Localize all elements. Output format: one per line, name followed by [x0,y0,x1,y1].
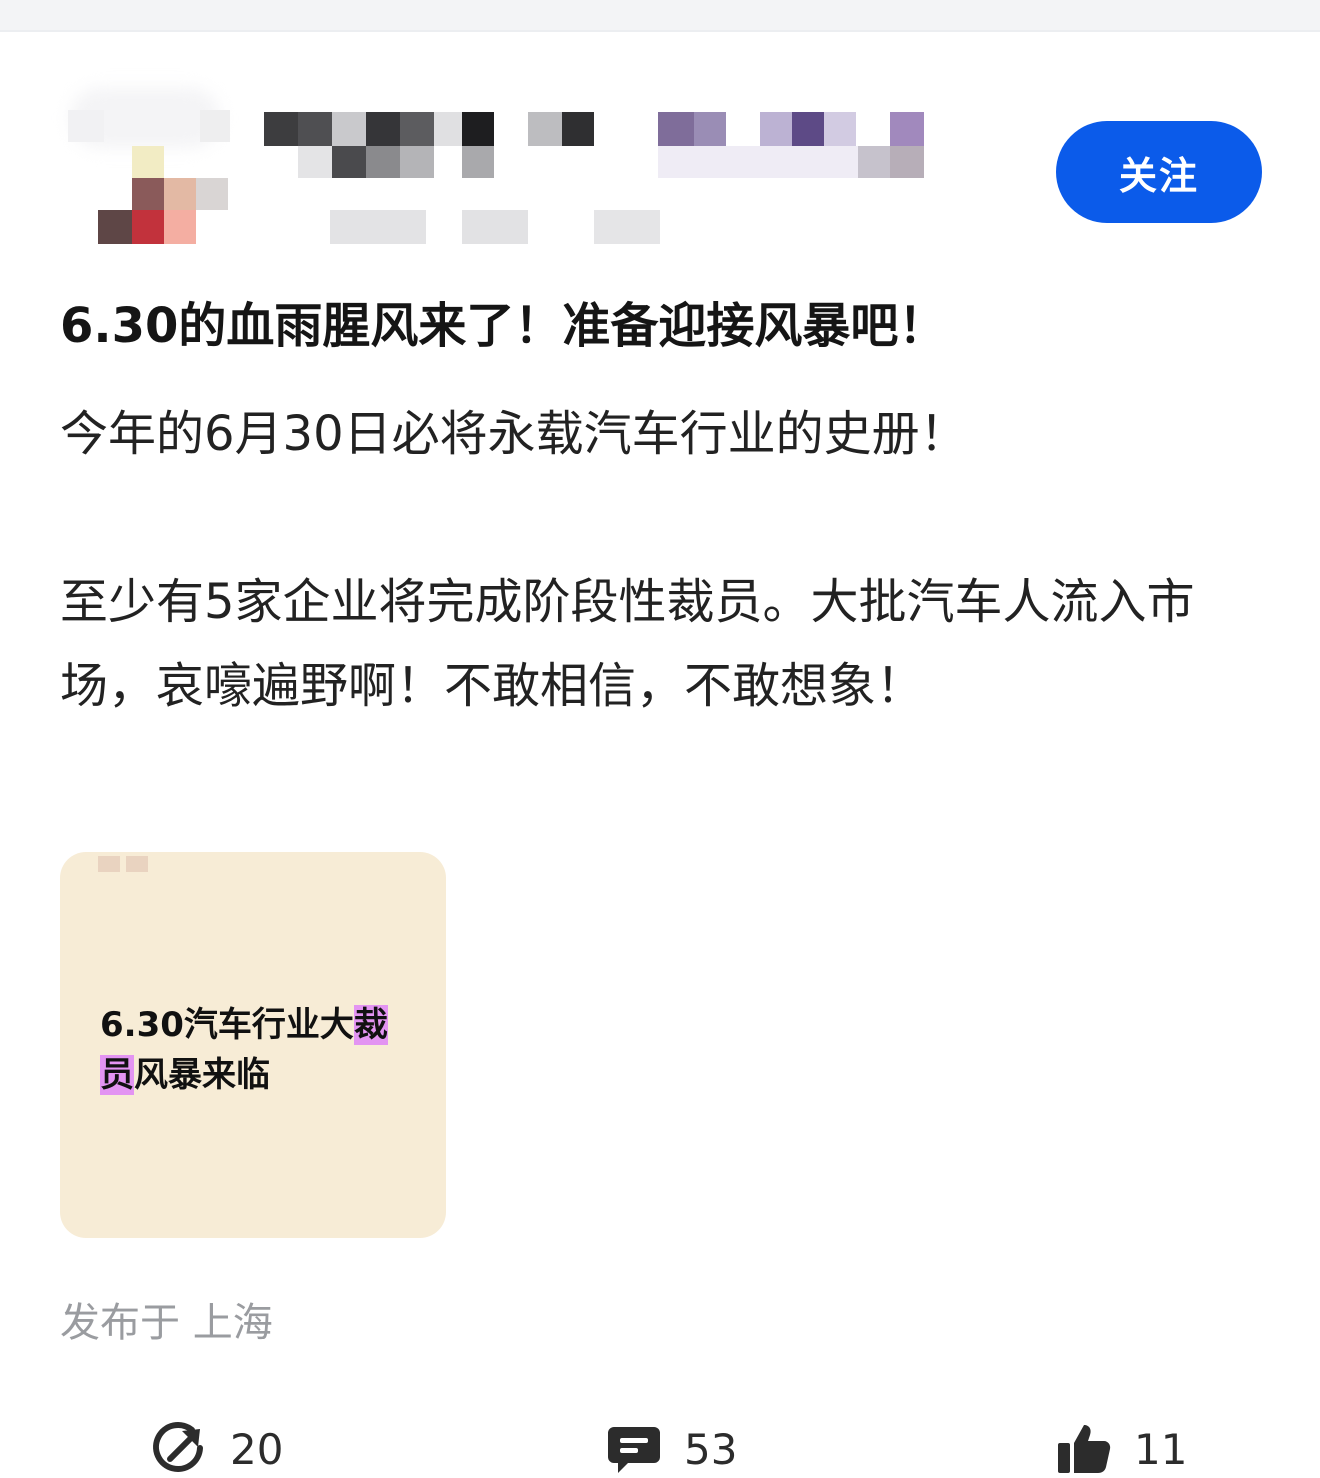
image-corner-mark [126,856,148,872]
post-location: 发布于 上海 [60,1300,273,1346]
thumbs-up-icon [1058,1425,1111,1473]
share-button[interactable]: 20 [152,1420,283,1478]
image-caption-part: 风暴来临 [134,1055,270,1095]
like-count: 11 [1134,1424,1188,1474]
avatar[interactable] [60,88,235,253]
like-button[interactable]: 11 [1056,1420,1187,1478]
post-paragraph: 至少有5家企业将完成阶段性裁员。大批汽车人流入市场，哀嚎遍野啊！不敢相信，不敢想… [60,574,1195,714]
image-caption-highlight: 员 [100,1055,134,1095]
post-paragraph: 今年的6月30日必将永载汽车行业的史册！ [60,406,968,462]
author-info-blurred[interactable] [60,88,940,258]
post-title: 6.30的血雨腥风来了！准备迎接风暴吧！ [60,298,947,354]
comment-button[interactable]: 53 [606,1420,737,1478]
follow-button[interactable]: 关注 [1056,121,1262,223]
comment-count: 53 [684,1424,738,1474]
image-caption: 6.30汽车行业大裁员风暴来临 [100,1000,400,1100]
image-caption-part: 6.30汽车行业大 [100,1005,354,1045]
image-corner-mark [98,856,120,872]
image-caption-highlight: 裁 [353,1005,388,1045]
post-image[interactable]: 6.30汽车行业大裁员风暴来临 [60,852,446,1238]
share-arrow-icon [153,1422,203,1472]
top-bar [0,0,1320,32]
comment-bubble-icon [608,1427,660,1473]
share-count: 20 [230,1424,284,1474]
